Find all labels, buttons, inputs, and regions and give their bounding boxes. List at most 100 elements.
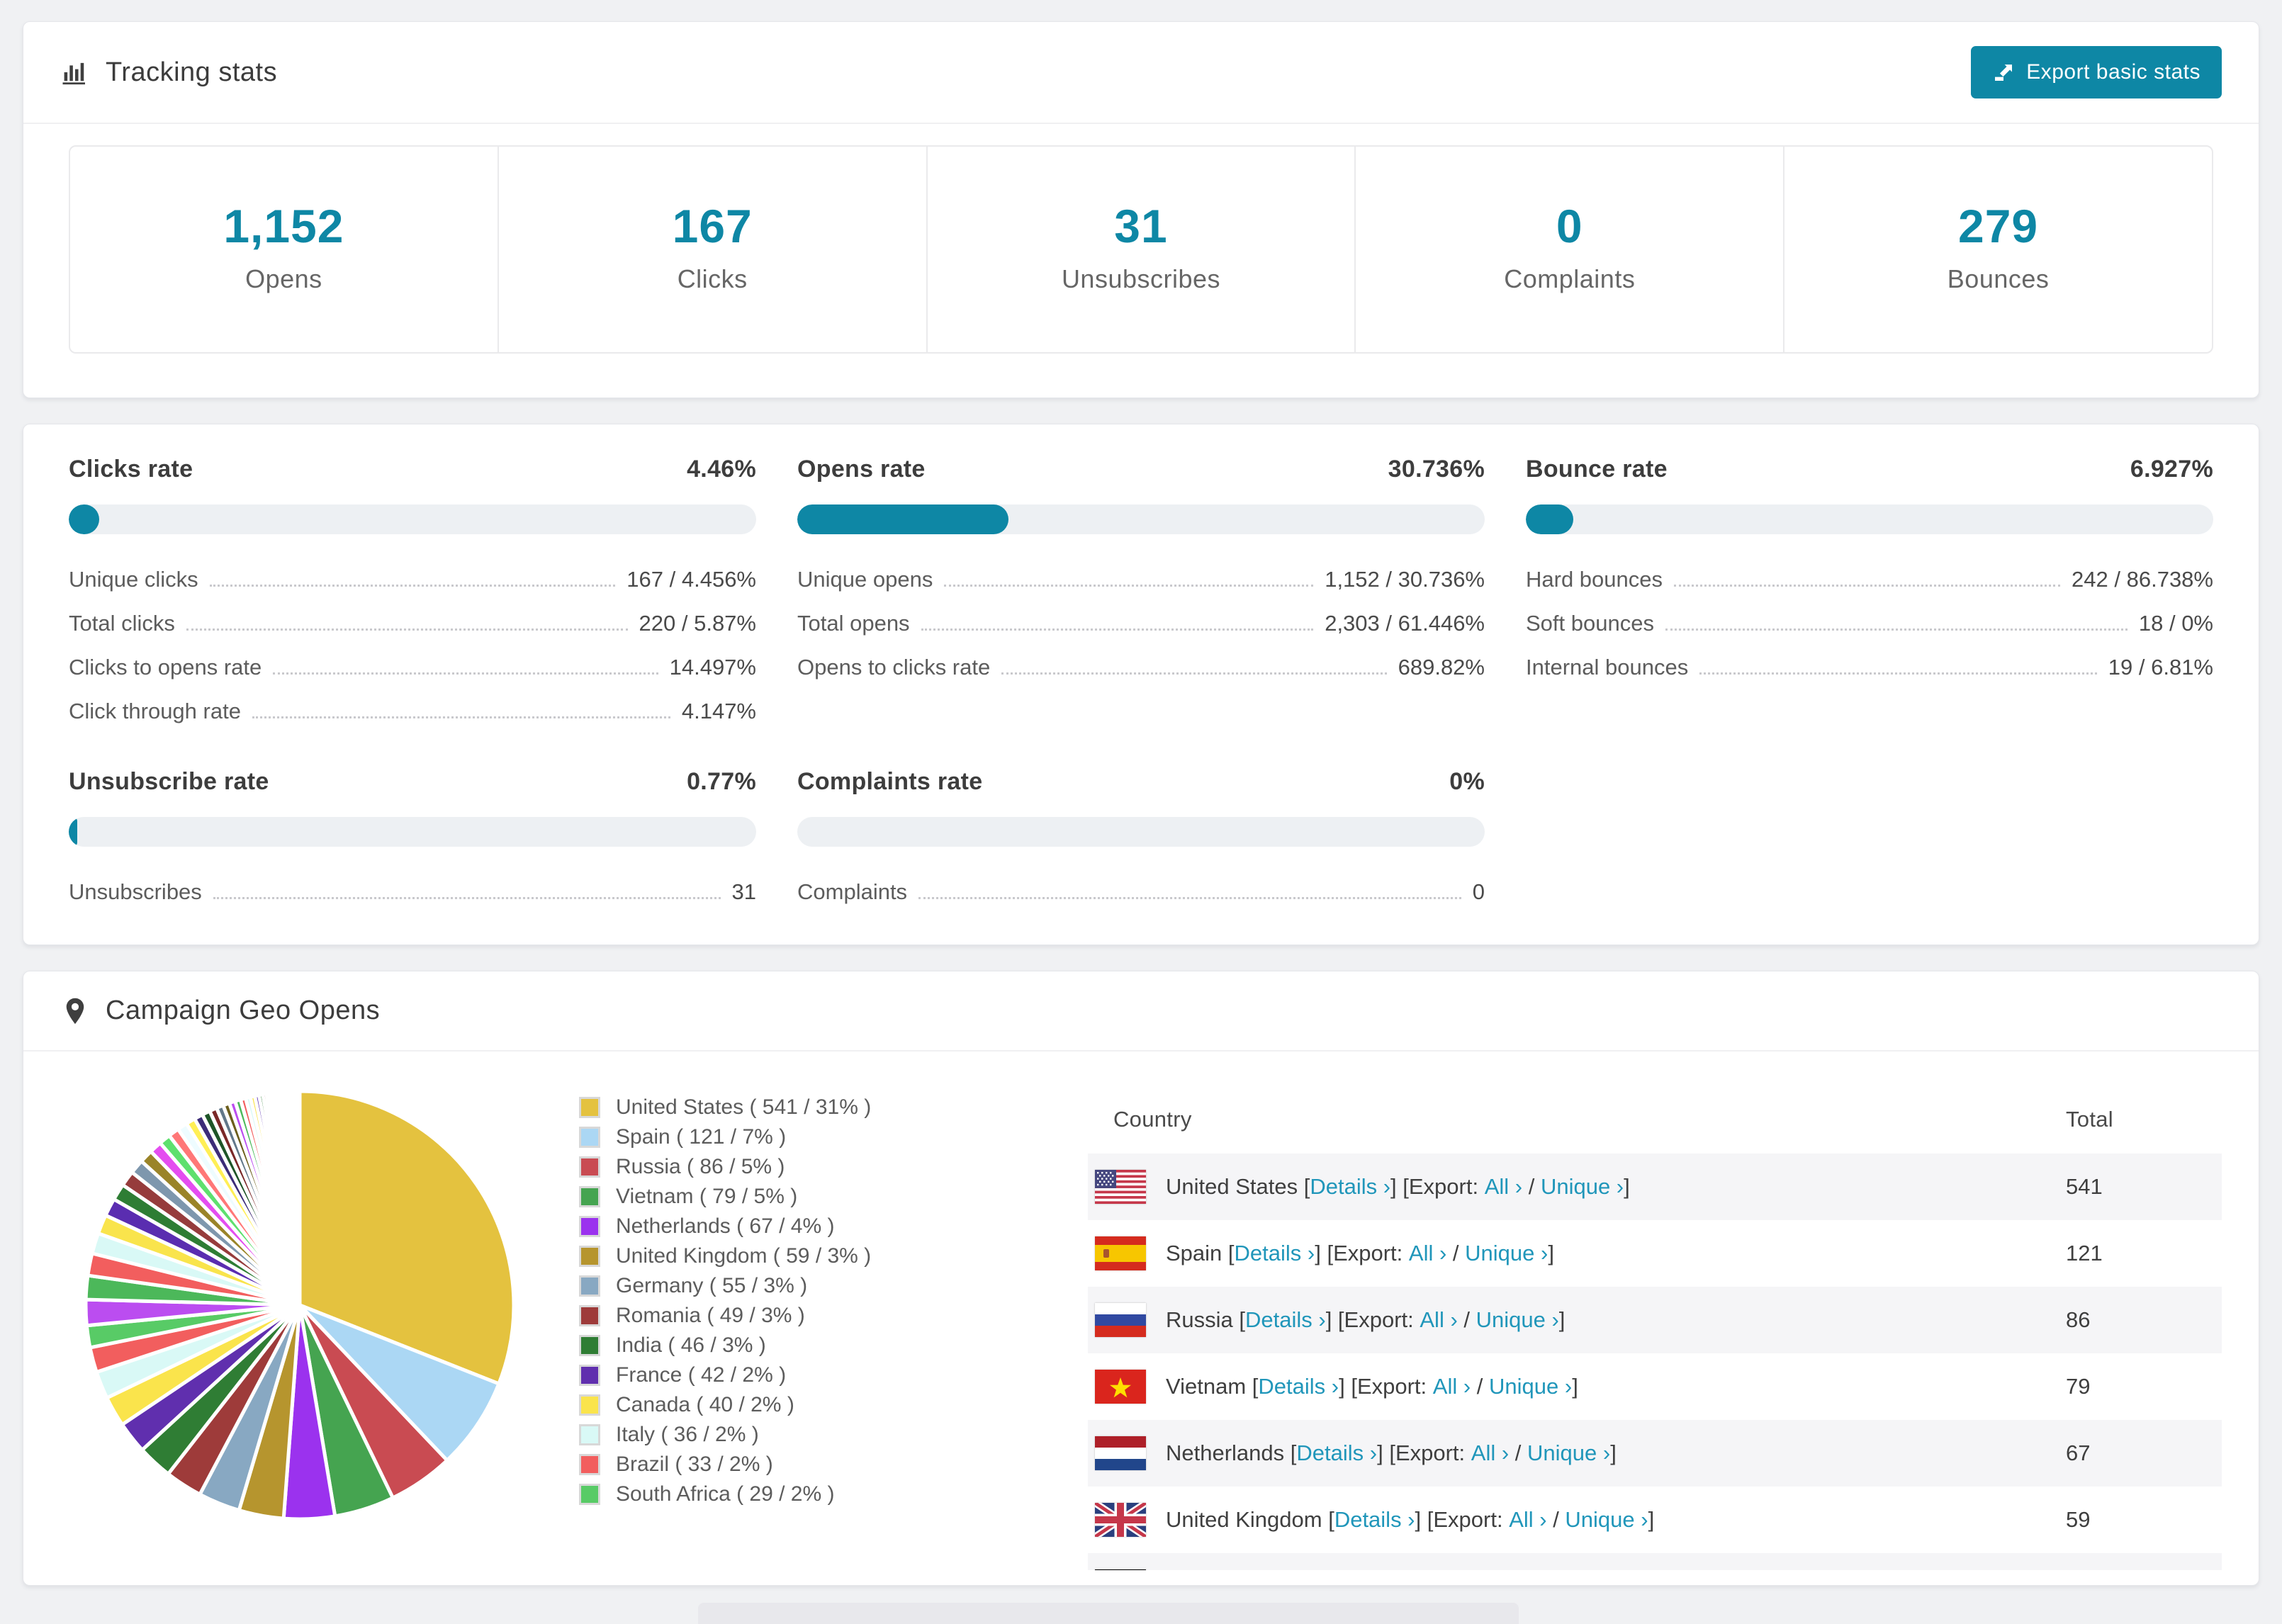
export-unique-link[interactable]: Unique › <box>1541 1174 1624 1200</box>
flag-icon-nl <box>1095 1436 1146 1470</box>
geo-table-row-gb: United Kingdom [Details ›] [Export: All … <box>1088 1487 2222 1553</box>
export-unique-link[interactable]: Unique › <box>1465 1241 1548 1266</box>
export-unique-link[interactable]: Unique › <box>1527 1440 1610 1466</box>
summary-box-bounces: 279 Bounces <box>1783 147 2212 352</box>
export-all-link[interactable]: All › <box>1409 1241 1446 1266</box>
rate-stat-row: Opens to clicks rate 689.82% <box>797 655 1485 680</box>
rate-stat-value: 242 / 86.738% <box>2072 567 2213 592</box>
legend-label: Canada ( 40 / 2% ) <box>616 1393 794 1416</box>
dotted-leader <box>1674 585 2061 587</box>
details-link[interactable]: Details › <box>1296 1440 1377 1466</box>
legend-item-france[interactable]: France ( 42 / 2% ) <box>579 1360 976 1390</box>
legend-item-canada[interactable]: Canada ( 40 / 2% ) <box>579 1390 976 1420</box>
rate-title: Complaints rate <box>797 768 983 795</box>
summary-value: 279 <box>1958 200 2039 252</box>
rate-stat-value: 689.82% <box>1398 655 1485 680</box>
country-name: Netherlands <box>1166 1440 1291 1465</box>
details-link[interactable]: Details › <box>1235 1241 1315 1266</box>
legend-swatch <box>579 1275 600 1297</box>
export-all-link[interactable]: All › <box>1420 1307 1457 1333</box>
horizontal-scrollbar-thumb[interactable] <box>698 1603 1519 1624</box>
geo-table-row-de: Germany [Details ›] [Export: All › / Uni… <box>1088 1553 2222 1570</box>
dotted-leader <box>1001 672 1387 675</box>
geo-content: United States ( 541 / 31% ) Spain ( 121 … <box>23 1051 2259 1570</box>
summary-label: Complaints <box>1504 264 1636 293</box>
details-link[interactable]: Details › <box>1334 1507 1415 1533</box>
rate-stat-value: 167 / 4.456% <box>626 567 756 592</box>
page-title: Tracking stats <box>106 57 278 87</box>
dotted-leader <box>1699 672 2097 675</box>
export-all-link[interactable]: All › <box>1485 1174 1522 1200</box>
rate-title: Unsubscribe rate <box>69 768 269 795</box>
geo-table: Country Total United States [Details ›] … <box>1088 1086 2222 1570</box>
legend-item-germany[interactable]: Germany ( 55 / 3% ) <box>579 1271 976 1301</box>
export-all-link[interactable]: All › <box>1433 1374 1471 1399</box>
rate-progress-track <box>69 504 756 534</box>
rate-stat-row: Click through rate 4.147% <box>69 699 756 724</box>
rate-card-bounce-rate: Bounce rate 6.927% Hard bounces 242 / 86… <box>1526 456 2213 724</box>
geo-table-row-vn: Vietnam [Details ›] [Export: All › / Uni… <box>1088 1353 2222 1420</box>
summary-value: 31 <box>1114 200 1168 252</box>
legend-swatch <box>579 1424 600 1445</box>
rate-progress-fill <box>1526 504 1574 534</box>
legend-label: France ( 42 / 2% ) <box>616 1363 787 1387</box>
rate-progress-fill <box>69 817 77 847</box>
country-name: Spain <box>1166 1241 1228 1265</box>
legend-label: United States ( 541 / 31% ) <box>616 1095 872 1119</box>
summary-box-clicks: 167 Clicks <box>497 147 926 352</box>
legend-item-united-kingdom[interactable]: United Kingdom ( 59 / 3% ) <box>579 1241 976 1271</box>
country-total: 55 <box>2066 1553 2222 1570</box>
details-link[interactable]: Details › <box>1258 1374 1339 1399</box>
rate-progress-track <box>797 817 1485 847</box>
legend-item-india[interactable]: India ( 46 / 3% ) <box>579 1331 976 1360</box>
legend-swatch <box>579 1216 600 1237</box>
export-all-link[interactable]: All › <box>1509 1507 1546 1533</box>
details-link[interactable]: Details › <box>1245 1307 1326 1333</box>
legend-label: Italy ( 36 / 2% ) <box>616 1423 759 1446</box>
rate-stat-row: Internal bounces 19 / 6.81% <box>1526 655 2213 680</box>
legend-item-spain[interactable]: Spain ( 121 / 7% ) <box>579 1122 976 1152</box>
legend-swatch <box>579 1156 600 1178</box>
legend-swatch <box>579 1454 600 1475</box>
legend-item-romania[interactable]: Romania ( 49 / 3% ) <box>579 1301 976 1331</box>
legend-item-brazil[interactable]: Brazil ( 33 / 2% ) <box>579 1450 976 1479</box>
summary-label: Clicks <box>677 264 748 293</box>
country-name: Russia <box>1166 1307 1240 1332</box>
legend-swatch <box>579 1394 600 1416</box>
details-link[interactable]: Details › <box>1310 1174 1390 1200</box>
dotted-leader <box>186 628 628 631</box>
export-basic-stats-button[interactable]: Export basic stats <box>1971 46 2222 98</box>
rate-title: Opens rate <box>797 456 926 483</box>
export-icon <box>1995 64 2013 81</box>
country-total: 541 <box>2066 1174 2103 1199</box>
rate-title: Clicks rate <box>69 456 193 483</box>
rates-card: Clicks rate 4.46% Unique clicks 167 / 4.… <box>23 424 2259 945</box>
legend-item-united-states[interactable]: United States ( 541 / 31% ) <box>579 1093 976 1122</box>
geo-opens-pie-chart[interactable] <box>80 1086 519 1525</box>
export-unique-link[interactable]: Unique › <box>1565 1507 1648 1533</box>
legend-item-russia[interactable]: Russia ( 86 / 5% ) <box>579 1152 976 1182</box>
dotted-leader <box>918 897 1461 899</box>
rate-stat-label: Unsubscribes <box>69 879 202 904</box>
rate-progress-track <box>1526 504 2213 534</box>
tracking-stats-page: Tracking stats Export basic stats 1,152 … <box>0 0 2282 1624</box>
geo-table-header-total: Total <box>2066 1107 2113 1132</box>
legend-swatch <box>579 1305 600 1326</box>
rate-stat-row: Clicks to opens rate 14.497% <box>69 655 756 680</box>
export-unique-link[interactable]: Unique › <box>1489 1374 1572 1399</box>
pie-slice[interactable] <box>296 1089 302 1307</box>
rate-stat-label: Total clicks <box>69 611 175 636</box>
legend-item-italy[interactable]: Italy ( 36 / 2% ) <box>579 1420 976 1450</box>
export-all-link[interactable]: All › <box>1471 1440 1509 1466</box>
export-unique-link[interactable]: Unique › <box>1476 1307 1559 1333</box>
rate-stat-row: Soft bounces 18 / 0% <box>1526 611 2213 636</box>
summary-value: 0 <box>1556 200 1583 252</box>
summary-box-opens: 1,152 Opens <box>70 147 498 352</box>
legend-label: Romania ( 49 / 3% ) <box>616 1304 805 1327</box>
legend-item-vietnam[interactable]: Vietnam ( 79 / 5% ) <box>579 1182 976 1212</box>
rate-card-unsubscribe-rate: Unsubscribe rate 0.77% Unsubscribes 31 <box>69 768 756 905</box>
legend-item-netherlands[interactable]: Netherlands ( 67 / 4% ) <box>579 1212 976 1241</box>
legend-item-south-africa[interactable]: South Africa ( 29 / 2% ) <box>579 1479 976 1509</box>
dotted-leader <box>1665 628 2128 631</box>
legend-swatch <box>579 1186 600 1207</box>
